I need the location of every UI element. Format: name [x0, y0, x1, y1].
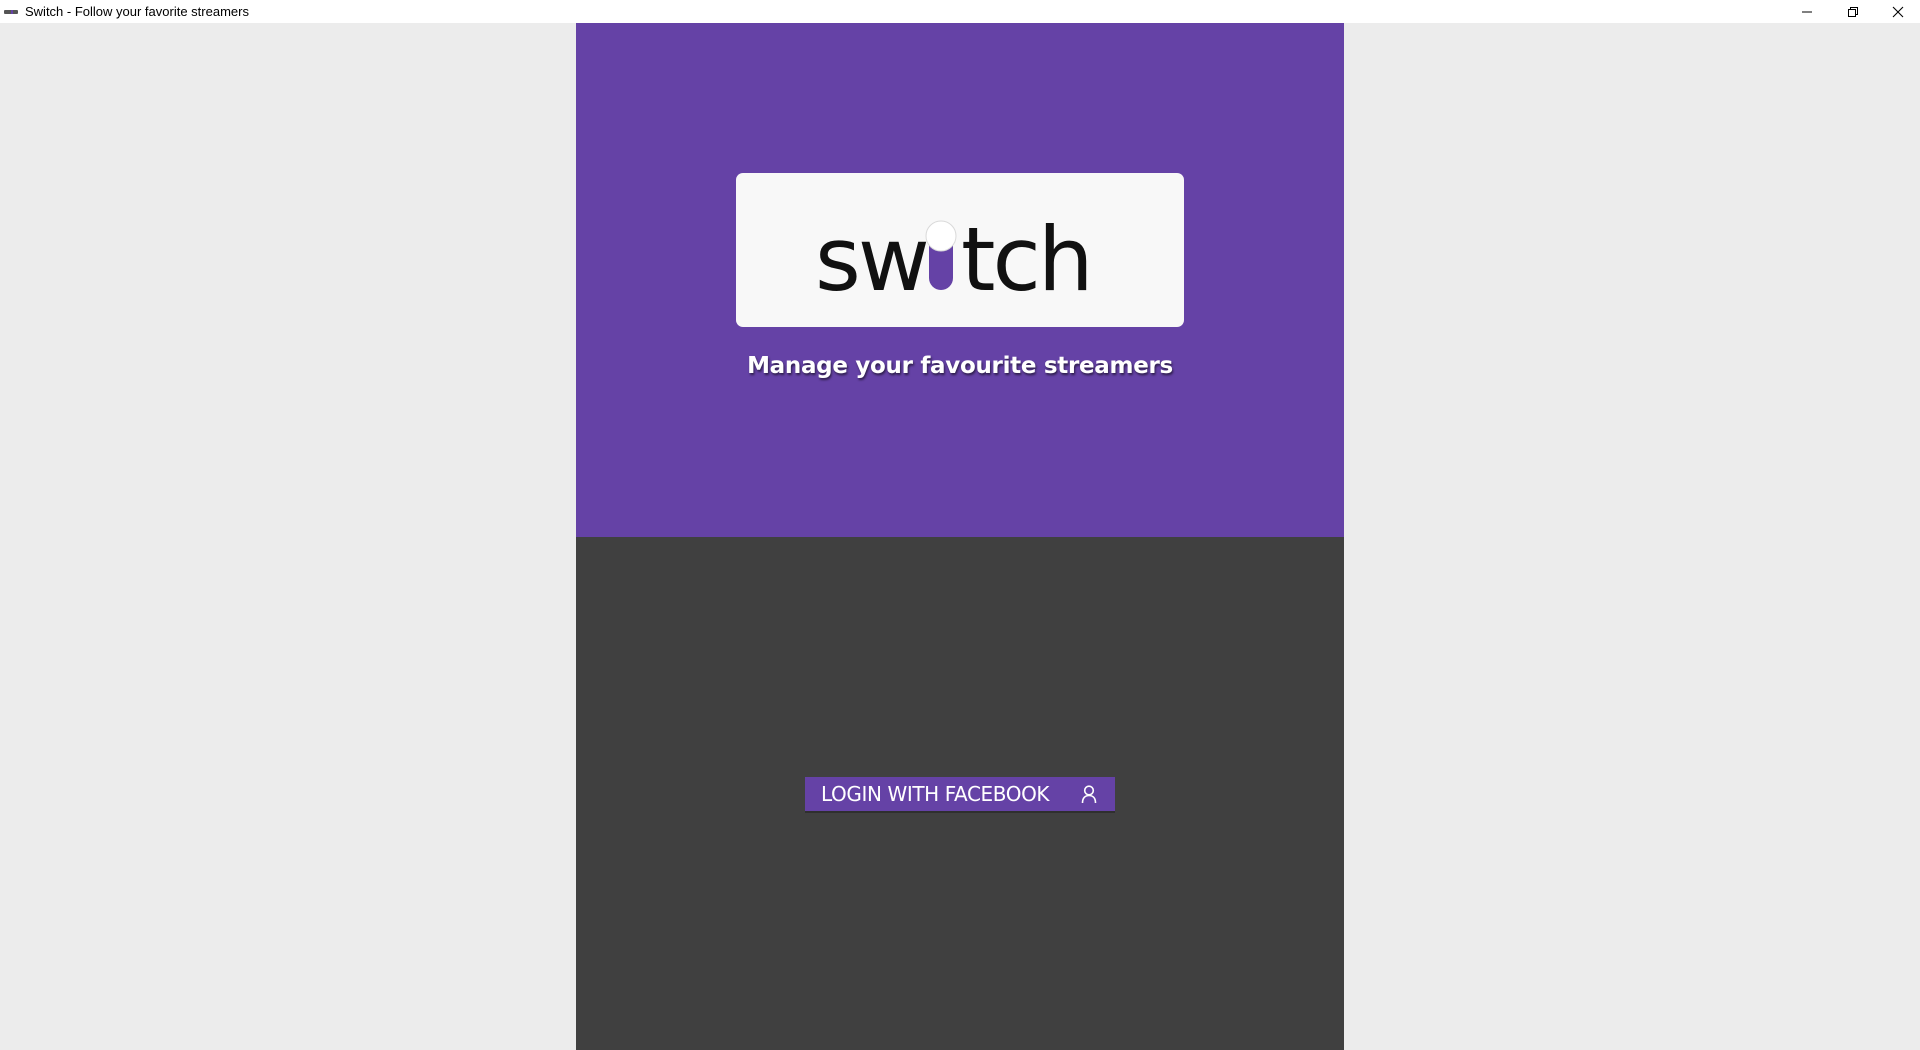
restore-button[interactable] — [1830, 0, 1876, 23]
window-titlebar: Switch - Follow your favorite streamers — [0, 0, 1920, 23]
close-button[interactable] — [1876, 0, 1920, 23]
window-controls — [1784, 0, 1920, 23]
logo-toggle-knob — [925, 220, 957, 252]
minimize-icon — [1802, 11, 1812, 12]
switch-app-icon — [4, 9, 18, 15]
switch-logo: sw tch — [815, 208, 1094, 300]
window-title: Switch - Follow your favorite streamers — [25, 4, 249, 19]
close-icon — [1892, 6, 1904, 17]
app-content-area: sw tch Manage your favourite streamers L… — [0, 23, 1920, 1050]
main-panel: sw tch Manage your favourite streamers L… — [576, 23, 1344, 1050]
user-icon — [1081, 785, 1097, 804]
logo-text-sw: sw — [815, 208, 927, 300]
restore-icon — [1848, 6, 1858, 17]
logo-card: sw tch — [736, 173, 1184, 327]
hero-section: sw tch Manage your favourite streamers — [576, 23, 1344, 537]
login-with-facebook-button[interactable]: LOGIN WITH FACEBOOK — [805, 777, 1115, 811]
tagline: Manage your favourite streamers — [747, 353, 1173, 379]
minimize-button[interactable] — [1784, 0, 1830, 23]
login-button-label: LOGIN WITH FACEBOOK — [821, 782, 1050, 806]
logo-text-tch: tch — [961, 208, 1091, 300]
login-section: LOGIN WITH FACEBOOK — [576, 537, 1344, 1050]
